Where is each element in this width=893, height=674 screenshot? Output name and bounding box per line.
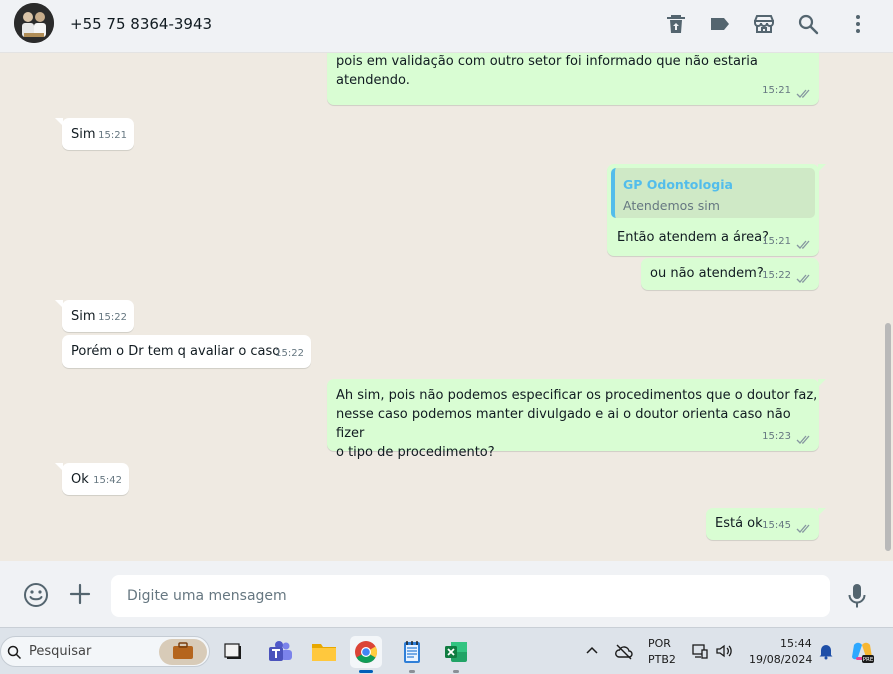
clock-time[interactable]: 15:44 bbox=[780, 637, 812, 650]
bubble-tail bbox=[55, 463, 63, 471]
delete-icon[interactable] bbox=[664, 12, 688, 36]
message-line: Ah sim, pois não podemos especificar os … bbox=[336, 388, 818, 403]
windows-taskbar: Pesquisar POR PTB2 15:44 19/08/2024 PRE bbox=[0, 627, 893, 674]
message-outgoing[interactable]: pois em validação com outro setor foi in… bbox=[327, 53, 819, 105]
message-outgoing[interactable]: ou não atendem? 15:22 bbox=[641, 258, 819, 290]
read-ticks-icon bbox=[796, 434, 812, 445]
read-ticks-icon bbox=[796, 88, 812, 99]
taskview-icon[interactable] bbox=[218, 636, 250, 668]
language-indicator[interactable]: POR bbox=[648, 637, 671, 650]
quote-text: Atendemos sim bbox=[623, 198, 720, 213]
read-ticks-icon bbox=[796, 273, 812, 284]
message-line: pois em validação com outro setor foi in… bbox=[336, 54, 758, 69]
attach-plus-icon[interactable] bbox=[69, 583, 91, 605]
microphone-icon[interactable] bbox=[848, 583, 866, 609]
copilot-icon[interactable]: PRE bbox=[849, 639, 875, 665]
bubble-tail bbox=[55, 118, 63, 126]
bubble-tail bbox=[818, 164, 826, 172]
message-text: Ah sim, pois não podemos especificar os … bbox=[336, 386, 819, 462]
quote-author: GP Odontologia bbox=[623, 177, 733, 192]
message-time: 15:42 bbox=[93, 475, 122, 486]
message-time: 15:21 bbox=[762, 236, 791, 247]
message-text: Sim bbox=[71, 127, 96, 142]
network-icon[interactable] bbox=[691, 642, 711, 662]
chat-scrollbar[interactable] bbox=[885, 323, 891, 551]
taskbar-search[interactable]: Pesquisar bbox=[0, 636, 210, 667]
message-text: Porém o Dr tem q avaliar o caso bbox=[71, 344, 281, 359]
read-ticks-icon bbox=[796, 239, 812, 250]
message-outgoing[interactable]: Está ok 15:45 bbox=[706, 508, 826, 540]
menu-icon[interactable] bbox=[846, 12, 870, 36]
teams-icon[interactable] bbox=[264, 636, 296, 668]
chrome-icon[interactable] bbox=[350, 636, 382, 668]
notification-bell-icon[interactable] bbox=[817, 642, 837, 662]
message-line: o tipo de procedimento? bbox=[336, 445, 495, 460]
search-icon bbox=[7, 645, 22, 660]
bubble-tail bbox=[818, 379, 826, 387]
message-incoming[interactable]: Sim 15:22 bbox=[55, 300, 134, 332]
message-incoming[interactable]: Sim 15:21 bbox=[55, 118, 134, 150]
bubble-tail bbox=[55, 300, 63, 308]
message-time: 15:21 bbox=[98, 130, 127, 141]
message-time: 15:22 bbox=[98, 312, 127, 323]
cloud-off-icon[interactable] bbox=[614, 642, 634, 662]
quoted-message[interactable]: GP Odontologia Atendemos sim bbox=[611, 168, 815, 218]
running-app-indicator bbox=[453, 670, 459, 673]
chevron-up-icon[interactable] bbox=[583, 642, 603, 662]
emoji-icon[interactable] bbox=[23, 582, 49, 608]
message-text: pois em validação com outro setor foi in… bbox=[336, 53, 758, 90]
read-ticks-icon bbox=[796, 523, 812, 534]
notepad-icon[interactable] bbox=[396, 636, 428, 668]
clock-date[interactable]: 19/08/2024 bbox=[749, 653, 812, 666]
excel-icon[interactable] bbox=[440, 636, 472, 668]
message-incoming[interactable]: Porém o Dr tem q avaliar o caso 15:22 bbox=[62, 335, 311, 368]
message-time: 15:23 bbox=[762, 431, 791, 442]
contact-name[interactable]: +55 75 8364-3943 bbox=[70, 15, 212, 33]
message-time: 15:22 bbox=[275, 348, 304, 359]
search-highlight-icon bbox=[159, 639, 207, 665]
store-icon[interactable] bbox=[752, 12, 776, 36]
svg-text:PRE: PRE bbox=[863, 657, 874, 663]
bubble-tail bbox=[818, 508, 826, 516]
running-app-indicator bbox=[409, 670, 415, 673]
chat-header: +55 75 8364-3943 bbox=[0, 0, 893, 53]
message-time: 15:45 bbox=[762, 520, 791, 531]
message-text: Sim bbox=[71, 309, 96, 324]
message-text: Então atendem a área? bbox=[617, 230, 769, 245]
file-explorer-icon[interactable] bbox=[308, 636, 340, 668]
message-list[interactable]: pois em validação com outro setor foi in… bbox=[0, 53, 893, 561]
search-icon[interactable] bbox=[796, 12, 820, 36]
avatar[interactable] bbox=[14, 3, 54, 43]
message-incoming[interactable]: Ok 15:42 bbox=[55, 463, 129, 495]
message-line: atendendo. bbox=[336, 73, 410, 88]
message-outgoing[interactable]: Ah sim, pois não podemos especificar os … bbox=[327, 379, 826, 460]
volume-icon[interactable] bbox=[715, 642, 735, 662]
message-text: Ok bbox=[71, 472, 89, 487]
message-composer bbox=[0, 561, 893, 627]
message-outgoing[interactable]: GP Odontologia Atendemos sim Então atend… bbox=[607, 164, 826, 256]
label-icon[interactable] bbox=[708, 12, 732, 36]
message-text: ou não atendem? bbox=[650, 266, 764, 281]
message-time: 15:21 bbox=[762, 85, 791, 96]
message-text: Está ok bbox=[715, 516, 763, 531]
active-app-indicator bbox=[359, 670, 373, 673]
message-line: nesse caso podemos manter divulgado e ai… bbox=[336, 407, 791, 441]
message-input[interactable] bbox=[111, 575, 830, 617]
keyboard-layout[interactable]: PTB2 bbox=[648, 653, 676, 666]
search-placeholder: Pesquisar bbox=[29, 644, 92, 659]
message-time: 15:22 bbox=[762, 270, 791, 281]
